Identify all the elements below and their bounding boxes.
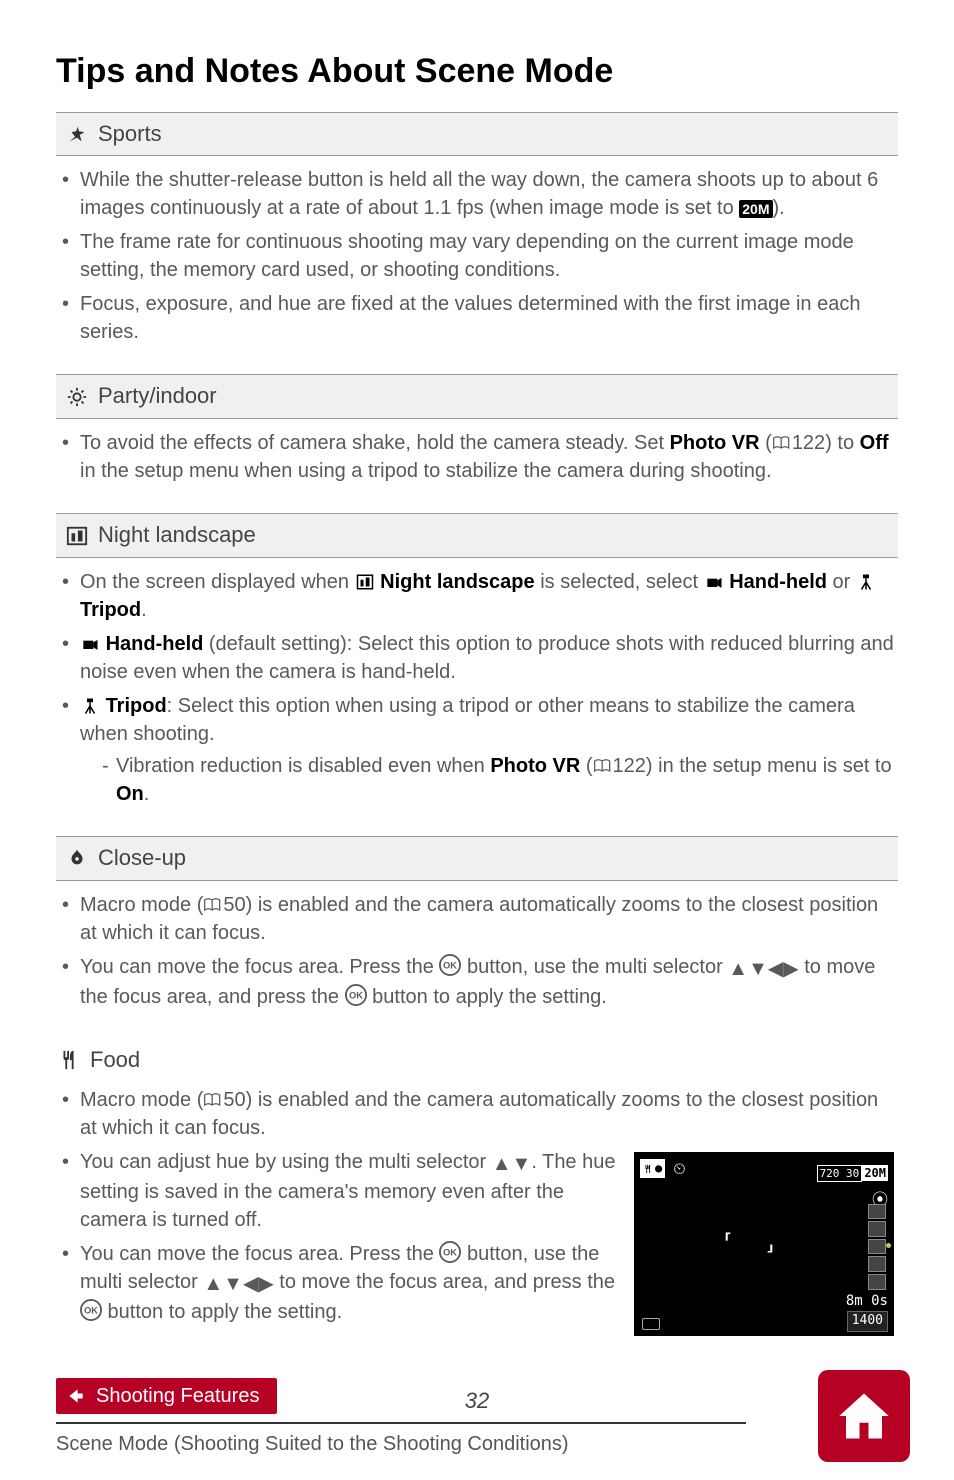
list-item: Tripod: Select this option when using a … xyxy=(60,692,894,808)
list-item: To avoid the effects of camera shake, ho… xyxy=(60,429,894,485)
sports-list: While the shutter-release button is held… xyxy=(56,156,898,366)
image-mode-badge: 20M xyxy=(739,200,772,218)
list-item: You can move the focus area. Press the O… xyxy=(60,1240,894,1326)
back-icon xyxy=(66,1386,86,1406)
section-sports-label: Sports xyxy=(98,119,162,150)
preview-resolution: 720 30 xyxy=(817,1165,863,1182)
tripod-icon xyxy=(856,573,876,591)
home-icon xyxy=(837,1389,891,1443)
night-list: On the screen displayed when Night lands… xyxy=(56,558,898,828)
section-food-header: Food xyxy=(56,1039,898,1082)
section-party-label: Party/indoor xyxy=(98,381,217,412)
list-item: On the screen displayed when Night lands… xyxy=(60,568,894,624)
night-landscape-icon xyxy=(355,573,375,591)
footer-subtitle: Scene Mode (Shooting Suited to the Shoot… xyxy=(56,1430,898,1458)
ok-button-icon: OK xyxy=(439,954,461,976)
night-landscape-icon xyxy=(66,525,88,547)
handheld-icon xyxy=(80,635,100,653)
handheld-icon xyxy=(704,573,724,591)
preview-image-mode: 20M xyxy=(862,1165,888,1182)
preview-mode-badge: ● xyxy=(640,1159,665,1178)
svg-text:OK: OK xyxy=(349,990,363,1000)
manual-ref-icon xyxy=(593,757,613,775)
breadcrumb-label: Shooting Features xyxy=(96,1382,259,1410)
manual-ref-icon xyxy=(203,1091,223,1109)
ok-button-icon: OK xyxy=(439,1241,461,1263)
list-item: Focus, exposure, and hue are fixed at th… xyxy=(60,290,894,346)
closeup-icon xyxy=(66,847,88,869)
footer-divider xyxy=(56,1422,746,1424)
list-item: Macro mode (50) is enabled and the camer… xyxy=(60,1086,894,1142)
svg-text:OK: OK xyxy=(444,960,458,970)
svg-text:OK: OK xyxy=(84,1305,98,1315)
multi-selector-4way-icon: ▲▼◀▶ xyxy=(728,955,798,983)
party-list: To avoid the effects of camera shake, ho… xyxy=(56,419,898,505)
food-icon xyxy=(58,1049,80,1071)
list-item: Macro mode (50) is enabled and the camer… xyxy=(60,891,894,947)
multi-selector-2way-icon: ▲▼ xyxy=(492,1150,532,1178)
manual-ref-icon xyxy=(203,896,223,914)
breadcrumb[interactable]: Shooting Features xyxy=(56,1378,277,1414)
list-item: The frame rate for continuous shooting m… xyxy=(60,228,894,284)
tripod-icon xyxy=(80,697,100,715)
list-item: Hand-held (default setting): Select this… xyxy=(60,630,894,686)
list-item: ● ⏲ 720 3020M ⦿ ⸢⸥ 8m 0s 1400 You can ad… xyxy=(60,1148,894,1234)
list-item: You can move the focus area. Press the O… xyxy=(60,953,894,1011)
list-item: While the shutter-release button is held… xyxy=(60,166,894,222)
svg-text:OK: OK xyxy=(444,1247,458,1257)
page-title: Tips and Notes About Scene Mode xyxy=(56,48,898,96)
ok-button-icon: OK xyxy=(80,1299,102,1321)
home-button[interactable] xyxy=(818,1370,910,1462)
section-night-header: Night landscape xyxy=(56,513,898,558)
section-party-header: Party/indoor xyxy=(56,374,898,419)
section-closeup-label: Close-up xyxy=(98,843,186,874)
section-closeup-header: Close-up xyxy=(56,836,898,881)
multi-selector-4way-icon: ▲▼◀▶ xyxy=(203,1270,273,1298)
section-sports-header: Sports xyxy=(56,112,898,157)
section-food-label: Food xyxy=(90,1045,140,1076)
party-icon xyxy=(66,386,88,408)
ok-button-icon: OK xyxy=(345,984,367,1006)
section-night-label: Night landscape xyxy=(98,520,256,551)
preview-timer-icon: ⏲ xyxy=(673,1158,685,1180)
sports-icon xyxy=(66,123,88,145)
sub-list-item: Vibration reduction is disabled even whe… xyxy=(102,752,894,808)
food-list: Macro mode (50) is enabled and the camer… xyxy=(56,1082,898,1346)
closeup-list: Macro mode (50) is enabled and the camer… xyxy=(56,881,898,1031)
manual-ref-icon xyxy=(772,434,792,452)
